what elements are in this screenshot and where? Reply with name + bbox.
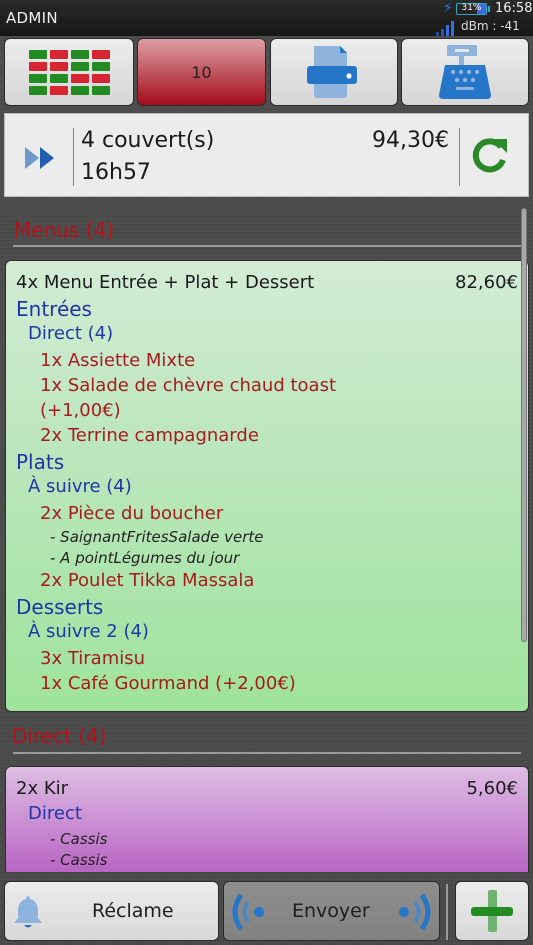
battery-icon: 31% xyxy=(456,3,490,15)
cash-register-icon xyxy=(439,45,491,99)
signal-icon xyxy=(436,20,458,36)
grid-cell xyxy=(70,85,89,95)
section-divider xyxy=(13,752,521,754)
item-line: 2x Pièce du boucher xyxy=(40,503,224,524)
divider xyxy=(446,884,448,940)
status-bar: ADMIN ⚡ 31% 16:58 dBm : -41 xyxy=(0,0,533,36)
order-lines-list[interactable]: Menus (4) 4x Menu Entrée + Plat + Desser… xyxy=(0,200,533,872)
subcategory-label: Direct (4) xyxy=(28,323,114,344)
grid-cell xyxy=(91,61,110,71)
refresh-icon[interactable] xyxy=(471,136,509,174)
top-toolbar: 10 xyxy=(4,38,529,106)
category-label: Desserts xyxy=(16,595,104,619)
item-line: 2x Poulet Tikka Massala xyxy=(40,570,255,591)
scrollbar[interactable] xyxy=(521,208,527,642)
divider xyxy=(73,128,74,186)
print-button[interactable] xyxy=(270,38,398,106)
item-line: 1x Salade de chèvre chaud toast xyxy=(40,375,337,396)
order-info-bar: 4 couvert(s) 16h57 94,30€ xyxy=(4,113,529,197)
category-label: Entrées xyxy=(16,297,92,321)
order-card[interactable]: 2x Kir 5,60€ Direct - Cassis - Cassis xyxy=(5,766,529,872)
order-card[interactable]: 4x Menu Entrée + Plat + Dessert 82,60€ E… xyxy=(5,260,529,712)
grid-cell xyxy=(28,85,47,95)
grid-cell xyxy=(28,49,47,59)
grid-cell xyxy=(49,61,68,71)
grid-cell xyxy=(49,85,68,95)
envoyer-label: Envoyer xyxy=(292,900,370,922)
reclame-button[interactable]: Réclame xyxy=(4,881,219,941)
item-line: 1x Café Gourmand (+2,00€) xyxy=(40,673,296,694)
option-line: - Cassis xyxy=(50,830,108,848)
card-title: 4x Menu Entrée + Plat + Dessert xyxy=(16,272,315,293)
grid-cell xyxy=(28,73,47,83)
card-title: 2x Kir xyxy=(16,778,69,799)
item-line: (+1,00€) xyxy=(40,400,121,421)
subcategory-label: À suivre 2 (4) xyxy=(28,621,149,642)
broadcast-icon xyxy=(399,893,431,931)
option-line: - SaignantFritesSalade verte xyxy=(50,528,264,546)
grid-cell xyxy=(70,61,89,71)
divider xyxy=(459,128,460,186)
table-number-button[interactable]: 10 xyxy=(137,38,266,106)
plus-icon xyxy=(471,890,513,932)
app-title: ADMIN xyxy=(6,9,58,27)
add-button[interactable] xyxy=(455,881,529,941)
section-divider xyxy=(13,245,521,247)
signal-strength: dBm : -41 xyxy=(461,19,520,33)
clock: 16:58 xyxy=(495,1,533,16)
bell-icon xyxy=(14,896,42,928)
item-line: 3x Tiramisu xyxy=(40,648,146,669)
option-line: - Cassis xyxy=(50,851,108,869)
reclame-label: Réclame xyxy=(92,900,174,922)
grid-cell xyxy=(70,73,89,83)
grid-cell xyxy=(70,49,89,59)
grid-cell xyxy=(91,49,110,59)
covers-count: 4 couvert(s) xyxy=(81,128,215,153)
section-header: Direct (4) xyxy=(12,724,107,748)
order-total: 94,30€ xyxy=(372,128,449,153)
grid-cell xyxy=(91,85,110,95)
cash-register-button[interactable] xyxy=(401,38,529,106)
card-price: 82,60€ xyxy=(455,272,518,293)
section-header: Menus (4) xyxy=(14,218,115,242)
category-label: Plats xyxy=(16,450,65,474)
card-price: 5,60€ xyxy=(466,778,518,799)
battery-percent: 31% xyxy=(461,3,482,13)
subcategory-label: Direct xyxy=(28,803,82,824)
bottom-bar: Réclame Envoyer xyxy=(0,878,533,945)
table-number: 10 xyxy=(191,62,212,82)
order-time: 16h57 xyxy=(81,160,151,185)
item-line: 2x Terrine campagnarde xyxy=(40,425,259,446)
table-grid-icon xyxy=(28,49,110,95)
tables-button[interactable] xyxy=(4,38,134,106)
grid-cell xyxy=(91,73,110,83)
printer-icon xyxy=(307,46,357,98)
grid-cell xyxy=(28,61,47,71)
subcategory-label: À suivre (4) xyxy=(28,476,132,497)
item-line: 1x Assiette Mixte xyxy=(40,350,196,371)
option-line: - A pointLégumes du jour xyxy=(50,549,240,567)
charging-icon: ⚡ xyxy=(443,0,453,16)
fast-forward-icon[interactable] xyxy=(25,147,55,169)
grid-cell xyxy=(49,49,68,59)
envoyer-button[interactable]: Envoyer xyxy=(223,881,440,941)
grid-cell xyxy=(49,73,68,83)
broadcast-icon xyxy=(232,893,264,931)
